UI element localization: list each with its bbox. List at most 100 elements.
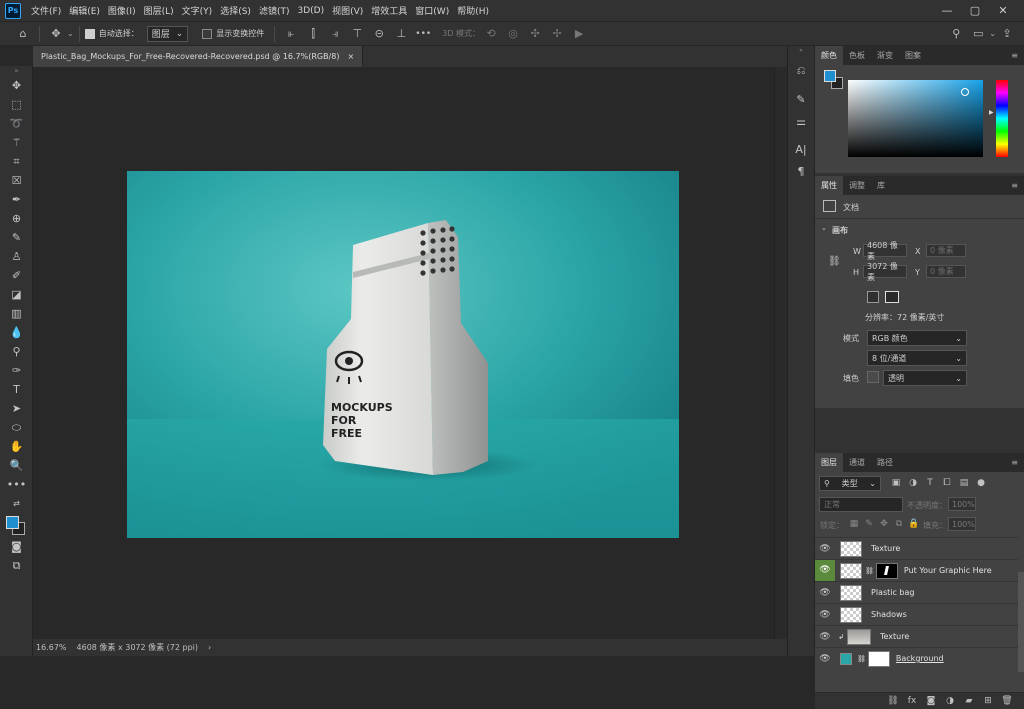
- quick-mask-icon[interactable]: ◙: [0, 537, 33, 556]
- layer-style-icon[interactable]: fx: [905, 694, 919, 708]
- adjustment-layer-icon[interactable]: ◑: [943, 694, 957, 708]
- panel-menu-icon[interactable]: ≡: [1005, 176, 1024, 195]
- blur-tool-icon[interactable]: 💧: [0, 323, 33, 342]
- mode-dropdown[interactable]: RGB 颜色 ⌄: [867, 330, 967, 346]
- slide-3d-icon[interactable]: ✢: [548, 25, 566, 43]
- canvas-area[interactable]: MOCKUPS FOR FREE: [33, 67, 774, 639]
- visibility-eye-icon[interactable]: 👁: [815, 632, 835, 642]
- chevron-down-icon[interactable]: ⌄: [67, 29, 74, 38]
- hue-slider[interactable]: [996, 80, 1008, 157]
- share-icon[interactable]: ⇪: [998, 25, 1016, 43]
- character-panel-icon[interactable]: A|: [788, 138, 814, 160]
- tab-layers[interactable]: 图层: [815, 453, 843, 472]
- menu-layer[interactable]: 图层(L): [140, 4, 178, 17]
- delete-layer-icon[interactable]: 🗑: [1000, 694, 1014, 708]
- smart-object-filter-icon[interactable]: ▤: [957, 476, 971, 490]
- magic-wand-tool-icon[interactable]: ⚚: [0, 133, 33, 152]
- menu-view[interactable]: 视图(V): [328, 4, 367, 17]
- layer-row[interactable]: 👁 Shadows: [815, 603, 1018, 625]
- pixel-filter-icon[interactable]: ▣: [889, 476, 903, 490]
- menu-edit[interactable]: 编辑(E): [65, 4, 104, 17]
- tab-patterns[interactable]: 图案: [899, 46, 927, 65]
- swap-colors-icon[interactable]: ⇄: [0, 494, 33, 513]
- filter-toggle-icon[interactable]: ●: [974, 476, 988, 490]
- y-field[interactable]: 0 像素: [926, 265, 966, 278]
- minimize-button[interactable]: —: [934, 0, 960, 21]
- document-tab[interactable]: Plastic_Bag_Mockups_For_Free-Recovered-R…: [33, 46, 364, 67]
- more-tools-icon[interactable]: •••: [0, 475, 33, 494]
- visibility-eye-icon[interactable]: 👁: [815, 610, 835, 620]
- eyedropper-tool-icon[interactable]: ✒: [0, 190, 33, 209]
- tab-gradients[interactable]: 渐变: [871, 46, 899, 65]
- move-tool-icon[interactable]: ✥: [47, 25, 65, 43]
- stamp-tool-icon[interactable]: ♙: [0, 247, 33, 266]
- tab-properties[interactable]: 属性: [815, 176, 843, 195]
- history-panel-icon[interactable]: ⎌: [788, 60, 814, 82]
- tab-color[interactable]: 颜色: [815, 46, 843, 65]
- close-tab-icon[interactable]: ×: [348, 52, 355, 61]
- pen-tool-icon[interactable]: ✑: [0, 361, 33, 380]
- lock-transparent-icon[interactable]: ▦: [847, 517, 861, 531]
- type-tool-icon[interactable]: T: [0, 380, 33, 399]
- paragraph-panel-icon[interactable]: ¶: [788, 160, 814, 182]
- visibility-eye-icon[interactable]: 👁: [815, 560, 835, 581]
- align-center-icon[interactable]: ⫿: [304, 25, 322, 43]
- history-brush-tool-icon[interactable]: ✐: [0, 266, 33, 285]
- home-icon[interactable]: ⌂: [14, 25, 32, 43]
- tab-paths[interactable]: 路径: [871, 453, 899, 472]
- chevron-down-icon[interactable]: ⌄: [821, 224, 827, 232]
- align-bottom-icon[interactable]: ⊥: [392, 25, 410, 43]
- workspace-icon[interactable]: ▭: [969, 25, 987, 43]
- bit-depth-dropdown[interactable]: 8 位/通道 ⌄: [867, 350, 967, 366]
- hue-slider-handle-icon[interactable]: ▶: [989, 109, 994, 116]
- layer-row[interactable]: 👁 Texture: [815, 537, 1018, 559]
- width-field[interactable]: 4608 像素: [863, 241, 907, 261]
- menu-image[interactable]: 图像(I): [104, 4, 140, 17]
- brush-tool-icon[interactable]: ✎: [0, 228, 33, 247]
- screen-mode-icon[interactable]: ⧉: [0, 556, 33, 575]
- zoom-level[interactable]: 16.67%: [36, 643, 67, 652]
- color-swatches[interactable]: [0, 513, 33, 537]
- adjustment-filter-icon[interactable]: ◑: [906, 476, 920, 490]
- zoom-tool-icon[interactable]: 🔍: [0, 456, 33, 475]
- menu-file[interactable]: 文件(F): [27, 4, 65, 17]
- path-select-tool-icon[interactable]: ➤: [0, 399, 33, 418]
- close-button[interactable]: ✕: [990, 0, 1016, 21]
- marquee-tool-icon[interactable]: ⬚: [0, 95, 33, 114]
- roll-3d-icon[interactable]: ◎: [504, 25, 522, 43]
- layer-row[interactable]: 👁 ⛓ Put Your Graphic Here: [815, 559, 1018, 581]
- link-icon[interactable]: ⛓: [828, 256, 841, 267]
- menu-help[interactable]: 帮助(H): [453, 4, 493, 17]
- menu-type[interactable]: 文字(Y): [178, 4, 217, 17]
- new-layer-icon[interactable]: ⊞: [981, 694, 995, 708]
- layer-row[interactable]: 👁 ⛓ Background: [815, 647, 1018, 669]
- auto-select-checkbox[interactable]: [84, 28, 95, 39]
- auto-select-dropdown[interactable]: 图层 ⌄: [146, 25, 189, 42]
- align-middle-icon[interactable]: ⊝: [370, 25, 388, 43]
- chevron-right-icon[interactable]: ›: [208, 643, 211, 652]
- menu-filter[interactable]: 滤镜(T): [255, 4, 294, 17]
- restore-button[interactable]: ▢: [962, 0, 988, 21]
- adjustments-icon[interactable]: ⚌: [788, 110, 814, 132]
- panel-menu-icon[interactable]: ≡: [1005, 46, 1024, 65]
- camera-3d-icon[interactable]: ▶: [570, 25, 588, 43]
- panel-menu-icon[interactable]: ≡: [1005, 453, 1024, 472]
- lock-position-icon[interactable]: ✥: [877, 517, 891, 531]
- search-icon[interactable]: ⚲: [947, 25, 965, 43]
- eraser-tool-icon[interactable]: ◪: [0, 285, 33, 304]
- portrait-orientation-icon[interactable]: [867, 291, 879, 303]
- lasso-tool-icon[interactable]: ➰: [0, 114, 33, 133]
- crop-tool-icon[interactable]: ⌗: [0, 152, 33, 171]
- height-field[interactable]: 3072 像素: [863, 262, 907, 282]
- opacity-field[interactable]: 100%: [948, 497, 976, 511]
- tab-swatches[interactable]: 色板: [843, 46, 871, 65]
- visibility-eye-icon[interactable]: 👁: [815, 654, 835, 664]
- lock-artboard-icon[interactable]: ⧉: [892, 517, 906, 531]
- fill-dropdown[interactable]: 透明 ⌄: [883, 370, 967, 386]
- chevron-down-icon[interactable]: ⌄: [989, 29, 996, 38]
- tab-channels[interactable]: 通道: [843, 453, 871, 472]
- menu-window[interactable]: 窗口(W): [411, 4, 453, 17]
- fill-opacity-field[interactable]: 100%: [948, 517, 976, 531]
- foreground-color-swatch[interactable]: [824, 70, 836, 82]
- move-tool-icon[interactable]: ✥: [0, 76, 33, 95]
